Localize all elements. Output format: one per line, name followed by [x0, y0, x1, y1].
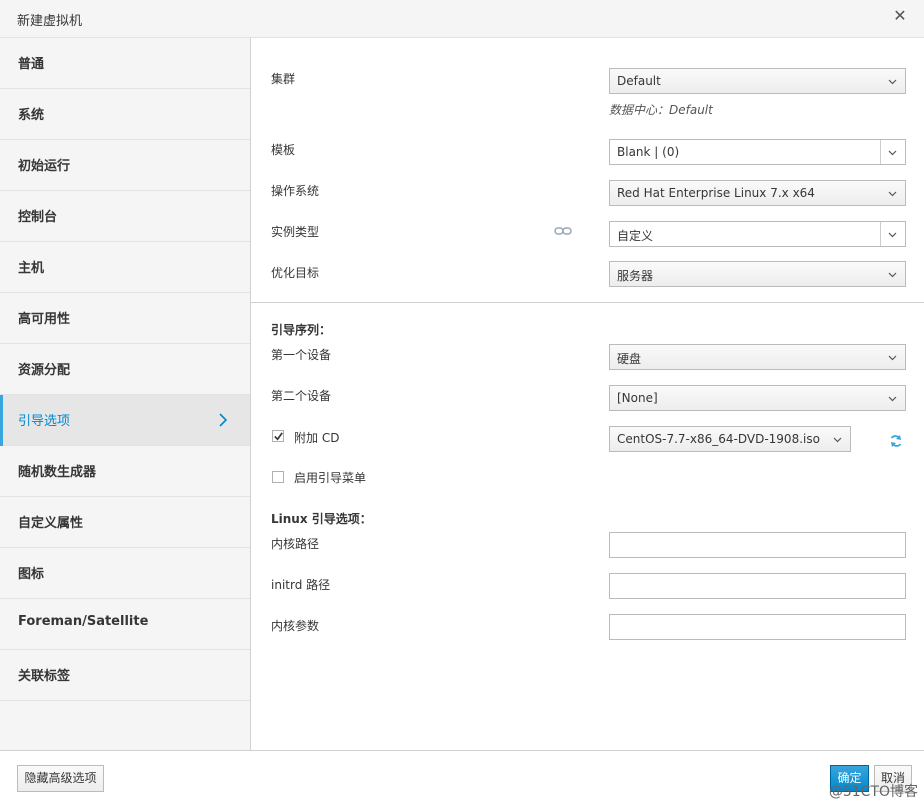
sidebar-item-system[interactable]: 系统 [0, 89, 250, 140]
chevron-down-icon [888, 150, 897, 156]
sidebar-item-rng[interactable]: 随机数生成器 [0, 446, 250, 497]
sidebar-item-resource-allocation[interactable]: 资源分配 [0, 344, 250, 395]
hide-advanced-button[interactable]: 隐藏高级选项 [17, 765, 104, 792]
sidebar-item-general[interactable]: 普通 [0, 38, 250, 89]
instance-type-label: 实例类型 [271, 225, 320, 239]
kernel-params-input[interactable] [609, 614, 906, 640]
sidebar-item-label: 自定义属性 [18, 516, 84, 531]
chevron-right-icon [219, 413, 228, 427]
sidebar-item-label: 资源分配 [18, 363, 71, 378]
boot-menu-label: 启用引导菜单 [294, 471, 367, 485]
initrd-path-input[interactable] [609, 573, 906, 599]
datacenter-help: 数据中心：Default [609, 103, 713, 117]
sidebar-item-label: 初始运行 [18, 159, 71, 174]
optimize-label: 优化目标 [271, 266, 320, 280]
chevron-down-icon [888, 355, 897, 361]
sidebar-item-label: Foreman/Satellite [18, 614, 149, 629]
dialog-title: 新建虚拟机 [17, 14, 83, 29]
sidebar-item-label: 普通 [18, 57, 45, 72]
sidebar-item-icon[interactable]: 图标 [0, 548, 250, 599]
chevron-down-icon [888, 191, 897, 197]
sidebar-item-label: 主机 [18, 261, 45, 276]
sidebar-item-host[interactable]: 主机 [0, 242, 250, 293]
cluster-label: 集群 [271, 72, 296, 86]
template-value: Blank | (0) [617, 145, 680, 159]
sidebar-item-label: 关联标签 [18, 669, 71, 684]
check-icon [274, 432, 283, 441]
first-device-select[interactable]: 硬盘 [609, 344, 906, 370]
cluster-value: Default [617, 74, 661, 88]
os-select[interactable]: Red Hat Enterprise Linux 7.x x64 [609, 180, 906, 206]
second-device-select[interactable]: [None] [609, 385, 906, 411]
first-device-label: 第一个设备 [271, 348, 332, 362]
dialog-header: 新建虚拟机 ✕ [0, 0, 924, 38]
kernel-params-label: 内核参数 [271, 619, 320, 633]
sidebar-item-console[interactable]: 控制台 [0, 191, 250, 242]
close-icon[interactable]: ✕ [890, 6, 910, 26]
sidebar-item-label: 高可用性 [18, 312, 71, 327]
sidebar-item-label: 图标 [18, 567, 45, 582]
template-label: 模板 [271, 143, 296, 157]
os-label: 操作系统 [271, 184, 320, 198]
refresh-icon[interactable] [889, 434, 903, 448]
sidebar-item-label: 控制台 [18, 210, 58, 225]
chevron-down-icon [888, 272, 897, 278]
boot-sequence-title: 引导序列： [271, 323, 332, 337]
sidebar-item-label: 引导选项 [18, 414, 71, 429]
sidebar: 普通 系统 初始运行 控制台 主机 高可用性 资源分配 引导选项 随机数生成器 … [0, 38, 251, 750]
linux-boot-title: Linux 引导选项： [271, 512, 372, 526]
sidebar-item-custom-properties[interactable]: 自定义属性 [0, 497, 250, 548]
chevron-down-icon [888, 79, 897, 85]
chevron-down-icon [833, 437, 842, 443]
section-divider [251, 302, 924, 303]
boot-menu-checkbox[interactable] [272, 471, 284, 483]
initrd-path-label: initrd 路径 [271, 578, 331, 592]
watermark: @51CTO博客 [828, 784, 918, 800]
kernel-path-label: 内核路径 [271, 537, 320, 551]
dialog-footer: 隐藏高级选项 确定 取消 @51CTO博客 [0, 750, 924, 806]
link-icon[interactable] [554, 226, 572, 236]
sidebar-item-label: 随机数生成器 [18, 465, 97, 480]
sidebar-item-boot-options[interactable]: 引导选项 [0, 395, 250, 446]
second-device-label: 第二个设备 [271, 389, 332, 403]
kernel-path-input[interactable] [609, 532, 906, 558]
iso-value: CentOS-7.7-x86_64-DVD-1908.iso [617, 432, 820, 446]
instance-type-select[interactable]: 自定义 [609, 221, 906, 247]
optimize-value: 服务器 [617, 269, 654, 283]
sidebar-item-foreman[interactable]: Foreman/Satellite [0, 599, 250, 650]
os-value: Red Hat Enterprise Linux 7.x x64 [617, 186, 815, 200]
chevron-down-icon [888, 396, 897, 402]
template-select[interactable]: Blank | (0) [609, 139, 906, 165]
sidebar-item-affinity-labels[interactable]: 关联标签 [0, 650, 250, 701]
iso-select[interactable]: CentOS-7.7-x86_64-DVD-1908.iso [609, 426, 851, 452]
sidebar-item-label: 系统 [18, 108, 45, 123]
optimize-select[interactable]: 服务器 [609, 261, 906, 287]
sidebar-item-high-availability[interactable]: 高可用性 [0, 293, 250, 344]
first-device-value: 硬盘 [617, 352, 642, 366]
instance-type-value: 自定义 [617, 229, 654, 243]
chevron-down-icon [888, 232, 897, 238]
sidebar-item-initial-run[interactable]: 初始运行 [0, 140, 250, 191]
cluster-select[interactable]: Default [609, 68, 906, 94]
attach-cd-checkbox[interactable] [272, 430, 284, 442]
main-panel: 集群 Default 数据中心：Default 模板 Blank | (0) 操… [251, 38, 924, 750]
second-device-value: [None] [617, 391, 658, 405]
attach-cd-label: 附加 CD [294, 431, 340, 445]
